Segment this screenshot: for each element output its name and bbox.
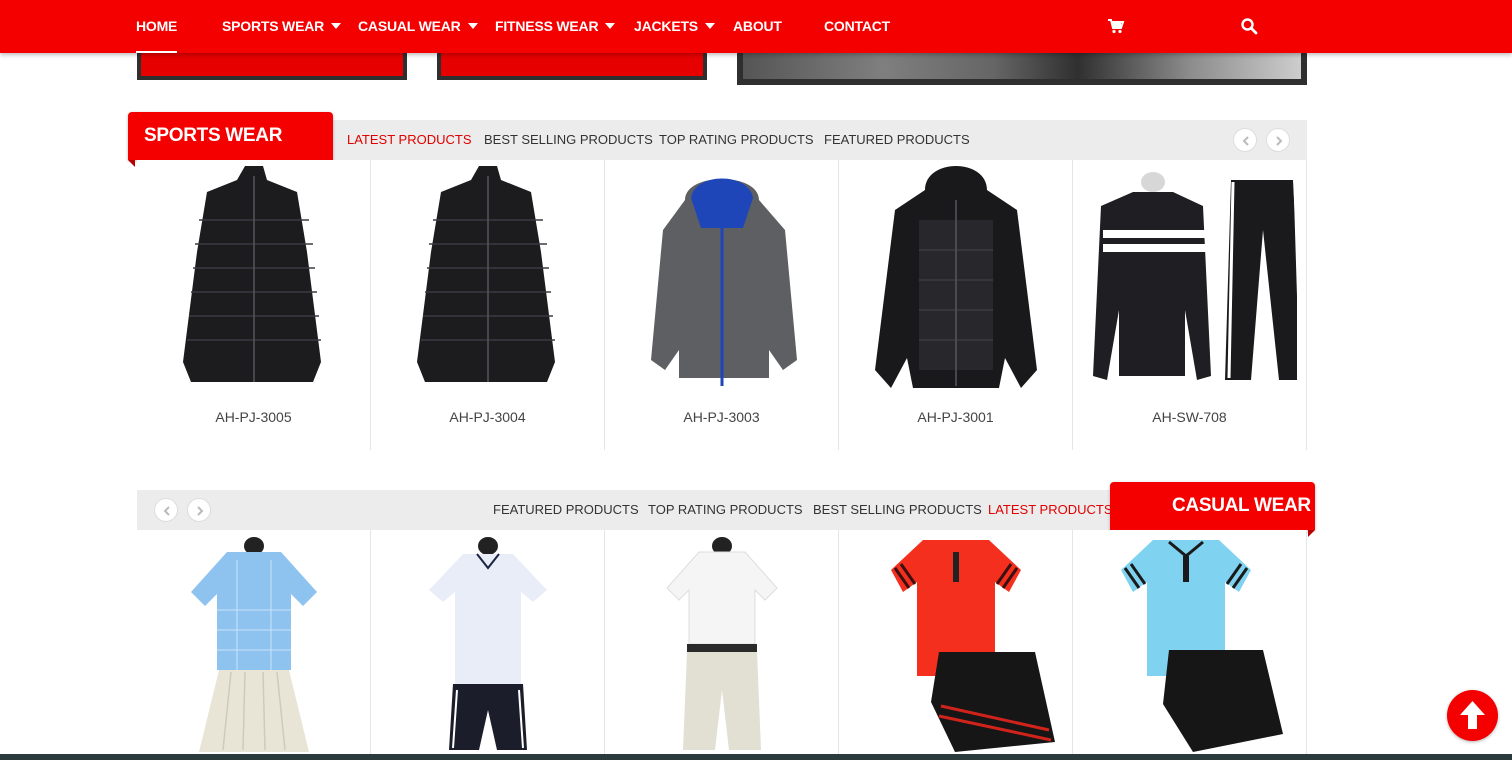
nav-fitness-wear[interactable]: FITNESS WEAR <box>495 0 616 53</box>
nav-contact[interactable]: CONTACT <box>824 0 890 53</box>
casual-tab-top-rating[interactable]: TOP RATING PRODUCTS <box>648 490 803 530</box>
chevron-left-icon <box>163 506 170 516</box>
product-code: AH-PJ-3001 <box>917 409 994 425</box>
red-polo-black-shorts-image <box>891 540 1055 752</box>
hooded-jacket-image <box>651 178 797 386</box>
nav-jackets-label: JACKETS <box>634 18 698 34</box>
product-card[interactable] <box>1073 530 1307 760</box>
casual-product-grid <box>137 530 1307 760</box>
nav-sports-wear[interactable]: SPORTS WEAR <box>222 0 342 53</box>
product-code: AH-PJ-3003 <box>683 409 760 425</box>
cart-icon[interactable] <box>1107 17 1125 35</box>
product-card[interactable]: AH-PJ-3004 <box>371 160 605 450</box>
nav-casual-wear-label: CASUAL WEAR <box>358 18 461 34</box>
chevron-right-icon <box>1276 136 1283 146</box>
chevron-right-icon <box>197 506 204 516</box>
sports-tab-featured[interactable]: FEATURED PRODUCTS <box>824 120 970 160</box>
casual-tab-latest[interactable]: LATEST PRODUCTS <box>988 490 1112 530</box>
sports-prev-button[interactable] <box>1233 128 1257 152</box>
footer-strip <box>0 754 1512 760</box>
product-code: AH-PJ-3004 <box>449 409 526 425</box>
puffer-jacket-image <box>183 166 321 382</box>
nav-home[interactable]: HOME <box>136 0 178 53</box>
casual-next-button[interactable] <box>187 498 211 522</box>
puffer-jacket-image <box>417 166 555 382</box>
product-card[interactable] <box>605 530 839 760</box>
main-navbar: HOME SPORTS WEAR CASUAL WEAR FITNESS WEA… <box>0 0 1512 53</box>
sports-next-button[interactable] <box>1266 128 1290 152</box>
chevron-down-icon <box>331 23 342 29</box>
product-card[interactable] <box>137 530 371 760</box>
product-code: AH-SW-708 <box>1152 409 1227 425</box>
product-card[interactable]: AH-SW-708 <box>1073 160 1307 450</box>
white-shirt-khaki-shorts-image <box>666 537 778 750</box>
tracksuit-image <box>1093 172 1297 380</box>
section-title-casual-wear-text: CASUAL WEAR <box>1172 495 1311 516</box>
white-polo-navy-shorts-image <box>429 537 547 750</box>
hybrid-jacket-image <box>875 166 1037 388</box>
nav-about[interactable]: ABOUT <box>733 0 782 53</box>
product-card[interactable] <box>371 530 605 760</box>
chevron-down-icon <box>467 23 478 29</box>
casual-prev-button[interactable] <box>154 498 178 522</box>
product-card[interactable]: AH-PJ-3005 <box>137 160 371 450</box>
chevron-left-icon <box>1242 136 1249 146</box>
nav-sports-wear-label: SPORTS WEAR <box>222 18 325 34</box>
chevron-down-icon <box>605 23 616 29</box>
sports-tab-best-selling[interactable]: BEST SELLING PRODUCTS <box>484 120 653 160</box>
chevron-down-icon <box>704 23 715 29</box>
section-title-sports-wear: SPORTS WEAR <box>128 112 333 167</box>
sports-tab-top-rating[interactable]: TOP RATING PRODUCTS <box>659 120 814 160</box>
search-icon[interactable] <box>1240 17 1258 35</box>
sports-product-grid: AH-PJ-3005 AH-PJ-3004 AH-PJ-3003 AH-PJ-3… <box>137 160 1307 450</box>
casual-tab-best-selling[interactable]: BEST SELLING PRODUCTS <box>813 490 982 530</box>
product-code: AH-PJ-3005 <box>215 409 292 425</box>
nav-jackets[interactable]: JACKETS <box>634 0 715 53</box>
product-card[interactable]: AH-PJ-3003 <box>605 160 839 450</box>
sports-tab-latest[interactable]: LATEST PRODUCTS <box>347 120 471 160</box>
nav-fitness-wear-label: FITNESS WEAR <box>495 18 599 34</box>
section-title-sports-wear-text: SPORTS WEAR <box>144 125 283 146</box>
casual-tab-featured[interactable]: FEATURED PRODUCTS <box>493 490 639 530</box>
section-title-casual-wear: CASUAL WEAR <box>1110 482 1315 537</box>
arrow-up-icon <box>1460 701 1485 729</box>
blue-check-shirt-skirt-image <box>191 537 317 752</box>
ribbon-fold <box>128 160 135 167</box>
nav-casual-wear[interactable]: CASUAL WEAR <box>358 0 478 53</box>
scroll-to-top-button[interactable] <box>1447 690 1498 741</box>
ribbon-fold <box>1308 530 1315 537</box>
sky-blue-polo-black-shorts-image <box>1121 540 1283 752</box>
product-card[interactable]: AH-PJ-3001 <box>839 160 1073 450</box>
product-card[interactable] <box>839 530 1073 760</box>
